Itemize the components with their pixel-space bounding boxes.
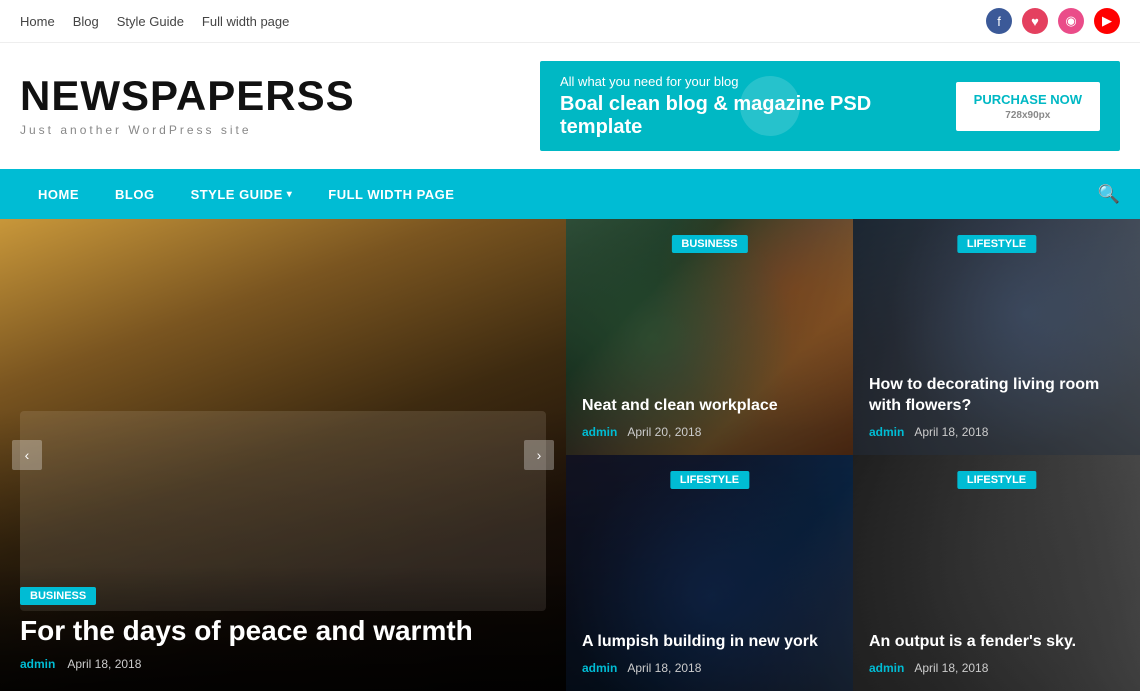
- youtube-icon[interactable]: ▶: [1094, 8, 1120, 34]
- hero-grid: BUSINESS Neat and clean workplace admin …: [566, 219, 1140, 691]
- grid-item-2[interactable]: LIFESTYLE How to decorating living room …: [853, 219, 1140, 455]
- grid-item-4-title: An output is a fender's sky.: [869, 632, 1124, 653]
- hero-meta: admin April 18, 2018: [20, 657, 546, 671]
- top-bar: Home Blog Style Guide Full width page f …: [0, 0, 1140, 43]
- grid-item-4-overlay: LIFESTYLE An output is a fender's sky. a…: [853, 455, 1140, 691]
- grid-item-3-title: A lumpish building in new york: [582, 632, 837, 653]
- grid-item-3-category[interactable]: LIFESTYLE: [670, 471, 749, 489]
- site-branding: NEWSPAPERSS Just another WordPress site: [20, 75, 355, 137]
- instagram-icon[interactable]: ♥: [1022, 8, 1048, 34]
- grid-item-4[interactable]: LIFESTYLE An output is a fender's sky. a…: [853, 455, 1140, 691]
- grid-item-3-author[interactable]: admin: [582, 661, 617, 675]
- grid-item-4-author[interactable]: admin: [869, 661, 904, 675]
- hero-prev-arrow[interactable]: ‹: [12, 440, 42, 470]
- site-subtitle: Just another WordPress site: [20, 123, 355, 137]
- nav-home[interactable]: HOME: [20, 169, 97, 219]
- grid-item-1-category[interactable]: BUSINESS: [671, 235, 747, 253]
- hero-category-badge[interactable]: BUSINESS: [20, 587, 96, 605]
- grid-item-2-overlay: LIFESTYLE How to decorating living room …: [853, 219, 1140, 455]
- grid-item-4-date: April 18, 2018: [914, 661, 988, 675]
- social-icons: f ♥ ◉ ▶: [986, 8, 1120, 34]
- chevron-down-icon: ▾: [287, 189, 293, 200]
- search-icon[interactable]: 🔍: [1098, 184, 1120, 205]
- top-nav-style-guide[interactable]: Style Guide: [117, 14, 184, 29]
- grid-item-4-category[interactable]: LIFESTYLE: [957, 471, 1036, 489]
- dribbble-icon[interactable]: ◉: [1058, 8, 1084, 34]
- grid-item-2-category[interactable]: LIFESTYLE: [957, 235, 1036, 253]
- top-nav-full-width[interactable]: Full width page: [202, 14, 289, 29]
- grid-item-4-meta: admin April 18, 2018: [869, 661, 1124, 675]
- grid-item-1-meta: admin April 20, 2018: [582, 425, 837, 439]
- grid-item-3[interactable]: LIFESTYLE A lumpish building in new york…: [566, 455, 853, 691]
- nav-blog[interactable]: BLOG: [97, 169, 173, 219]
- grid-item-2-meta: admin April 18, 2018: [869, 425, 1124, 439]
- nav-style-guide[interactable]: STYLE GUIDE ▾: [173, 169, 311, 219]
- hero-section: ‹ › BUSINESS For the days of peace and w…: [0, 219, 1140, 691]
- hero-date: April 18, 2018: [67, 657, 141, 671]
- banner-size-label: 728x90px: [1005, 110, 1050, 121]
- hero-author[interactable]: admin: [20, 657, 55, 671]
- grid-item-2-date: April 18, 2018: [914, 425, 988, 439]
- grid-item-1-title: Neat and clean workplace: [582, 396, 837, 417]
- banner-decoration: [740, 76, 800, 136]
- grid-item-3-date: April 18, 2018: [627, 661, 701, 675]
- top-nav-blog[interactable]: Blog: [73, 14, 99, 29]
- grid-item-2-author[interactable]: admin: [869, 425, 904, 439]
- banner-purchase-button[interactable]: PURCHASE NOW 728x90px: [956, 82, 1100, 131]
- site-header: NEWSPAPERSS Just another WordPress site …: [0, 43, 1140, 169]
- top-nav-home[interactable]: Home: [20, 14, 55, 29]
- grid-item-1-author[interactable]: admin: [582, 425, 617, 439]
- nav-items-list: HOME BLOG STYLE GUIDE ▾ FULL WIDTH PAGE: [20, 169, 472, 219]
- facebook-icon[interactable]: f: [986, 8, 1012, 34]
- grid-item-1-overlay: BUSINESS Neat and clean workplace admin …: [566, 219, 853, 455]
- grid-item-3-overlay: LIFESTYLE A lumpish building in new york…: [566, 455, 853, 691]
- nav-full-width[interactable]: FULL WIDTH PAGE: [310, 169, 472, 219]
- hero-next-arrow[interactable]: ›: [524, 440, 554, 470]
- banner-advertisement[interactable]: All what you need for your blog Boal cle…: [540, 61, 1120, 151]
- grid-item-3-meta: admin April 18, 2018: [582, 661, 837, 675]
- hero-main-content: BUSINESS For the days of peace and warmt…: [0, 566, 566, 691]
- grid-item-1[interactable]: BUSINESS Neat and clean workplace admin …: [566, 219, 853, 455]
- top-nav: Home Blog Style Guide Full width page: [20, 14, 289, 29]
- grid-item-1-date: April 20, 2018: [627, 425, 701, 439]
- grid-item-2-title: How to decorating living room with flowe…: [869, 375, 1124, 417]
- main-navigation: HOME BLOG STYLE GUIDE ▾ FULL WIDTH PAGE …: [0, 169, 1140, 219]
- site-title: NEWSPAPERSS: [20, 75, 355, 117]
- hero-title: For the days of peace and warmth: [20, 613, 546, 649]
- hero-main-post[interactable]: ‹ › BUSINESS For the days of peace and w…: [0, 219, 566, 691]
